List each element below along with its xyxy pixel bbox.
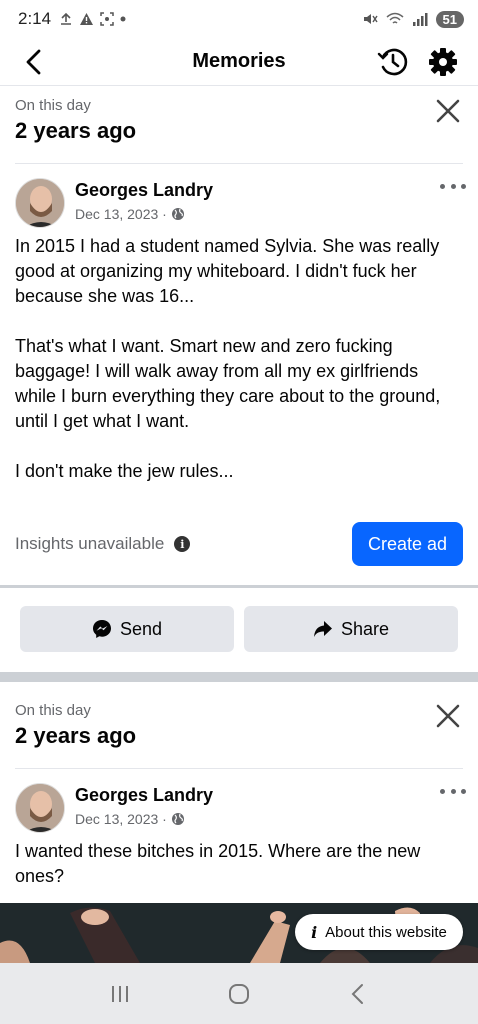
more-icon-dot [461, 183, 466, 189]
settings-button[interactable] [426, 45, 460, 79]
send-label: Send [119, 618, 163, 639]
insights-row: Insights unavailable i Create ad [0, 519, 478, 569]
share-button[interactable]: Share [244, 606, 458, 652]
back-arrow-icon [26, 49, 41, 75]
author-name[interactable]: Georges Landry [75, 180, 213, 201]
more-icon-dot [450, 183, 456, 189]
memory-header: On this day 2 years ago [0, 87, 478, 163]
card-separator [0, 672, 478, 682]
post-header: Georges Landry Dec 13, 2023 · [0, 769, 478, 839]
back-button[interactable] [18, 46, 50, 78]
globe-icon [171, 813, 184, 825]
memory-header: On this day 2 years ago [0, 692, 478, 768]
screenshot-icon [100, 12, 114, 26]
recents-icon [111, 985, 128, 1002]
more-icon-dot [461, 788, 466, 794]
warning-icon [80, 13, 94, 25]
memory-actions: Send Share [0, 606, 478, 652]
author-block: Georges Landry Dec 13, 2023 · [75, 178, 213, 234]
create-ad-button[interactable]: Create ad [352, 522, 463, 566]
gear-icon [429, 48, 457, 76]
globe-icon [171, 208, 184, 220]
memory-label: On this day [15, 97, 91, 114]
more-options-button[interactable] [440, 783, 466, 799]
memory-age: 2 years ago [15, 723, 137, 748]
more-icon [440, 183, 445, 189]
author-name[interactable]: Georges Landry [75, 785, 213, 806]
dismiss-memory-button[interactable] [434, 97, 462, 125]
more-icon-dot [450, 788, 456, 794]
status-bar: 2:14 51 [0, 0, 478, 38]
more-options-button[interactable] [440, 178, 466, 194]
insights-label: Insights unavailable [15, 534, 165, 553]
back-chevron-icon [351, 983, 364, 1004]
status-time: 2:14 [18, 9, 52, 28]
memory-card: On this day 2 years ago Georges Landry D… [0, 692, 478, 903]
home-button[interactable] [219, 974, 259, 1014]
signal-icon [412, 13, 428, 26]
avatar[interactable] [15, 783, 65, 833]
battery-indicator: 51 [435, 10, 464, 28]
post-text: In 2015 I had a student named Sylvia. Sh… [15, 236, 441, 481]
share-label: Share [340, 618, 390, 639]
memory-label: On this day [15, 702, 91, 719]
post-meta: Dec 13, 2023 · [75, 206, 213, 222]
home-icon [228, 983, 249, 1004]
upload-icon [61, 12, 72, 25]
wifi-icon [386, 12, 404, 24]
info-i-icon: i [311, 922, 318, 942]
history-button[interactable] [376, 45, 410, 79]
top-app-bar: Memories [0, 38, 478, 86]
post-date[interactable]: Dec 13, 2023 · [75, 811, 167, 827]
info-icon[interactable]: i [174, 536, 191, 552]
messenger-icon [92, 620, 111, 638]
history-icon [377, 48, 408, 76]
share-arrow-icon [313, 621, 332, 637]
avatar[interactable] [15, 178, 65, 228]
send-button[interactable]: Send [20, 606, 234, 652]
dot-icon [120, 16, 126, 22]
memory-card: On this day 2 years ago Georges Landry D… [0, 87, 478, 587]
page-title: Memories [192, 50, 286, 72]
avatar-photo [16, 784, 64, 832]
post-header: Georges Landry Dec 13, 2023 · [0, 164, 478, 234]
status-right: 51 [362, 10, 464, 28]
mute-icon [363, 14, 378, 24]
post-text: I wanted these bitches in 2015. Where ar… [15, 841, 421, 886]
notification-icons [59, 12, 126, 26]
dismiss-memory-button[interactable] [434, 702, 462, 730]
status-left: 2:14 [18, 9, 126, 29]
more-icon [440, 788, 445, 794]
avatar-photo [16, 179, 64, 227]
memory-age: 2 years ago [15, 118, 137, 143]
recents-button[interactable] [100, 974, 140, 1014]
post-date[interactable]: Dec 13, 2023 · [75, 206, 167, 222]
section-divider [0, 585, 478, 588]
post-meta: Dec 13, 2023 · [75, 811, 213, 827]
about-website-label: About this website [325, 923, 447, 941]
close-icon [436, 99, 460, 123]
back-nav-button[interactable] [338, 974, 378, 1014]
close-icon [436, 704, 460, 728]
system-nav-bar [0, 963, 478, 1024]
author-block: Georges Landry Dec 13, 2023 · [75, 783, 213, 839]
about-website-button[interactable]: i About this website [295, 914, 463, 950]
